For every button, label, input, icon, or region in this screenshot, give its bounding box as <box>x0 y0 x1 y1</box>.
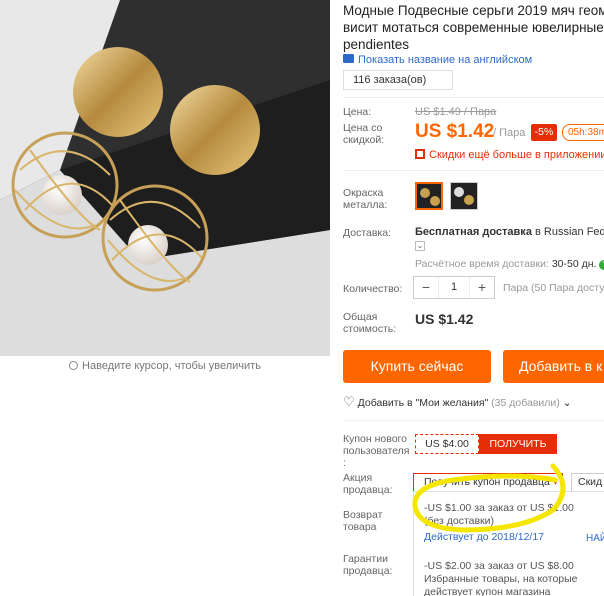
seller-promo-label: Акция продавца: <box>343 472 393 496</box>
color-label: Окраска металла: <box>343 187 388 211</box>
seller-coupon-dropdown[interactable]: Получить купон продавца ▾ <box>413 473 563 492</box>
quantity-input[interactable]: 1 <box>438 277 470 298</box>
price-label: Цена: <box>343 106 372 118</box>
add-to-cart-button[interactable]: Добавить в к <box>503 350 604 383</box>
divider <box>343 170 604 171</box>
sale-price-label: Цена со скидкой: <box>343 122 385 146</box>
current-price: US $1.42 <box>415 121 495 142</box>
delivery-label: Доставка: <box>343 227 392 239</box>
buy-now-button[interactable]: Купить сейчас <box>343 350 491 383</box>
quantity-label: Количество: <box>343 283 403 295</box>
available-quantity: Пара (50 Пара доступн <box>503 282 604 294</box>
product-info: Модные Подвесные серьги 2019 мяч геометр… <box>343 0 604 596</box>
shipping-method[interactable]: Бесплатная доставка в Russian Federa <box>415 226 604 238</box>
discount-tab[interactable]: Скид <box>571 473 604 492</box>
coupon-note: (без доставки) <box>424 515 495 527</box>
discount-badge: -5% <box>531 124 557 141</box>
price-unit: / Пара <box>493 127 526 139</box>
earrings-photo <box>0 0 330 356</box>
caret-down-icon: ▾ <box>552 476 559 488</box>
collect-coupon-link[interactable]: НАЙ <box>586 533 604 544</box>
quantity-decrease-button[interactable]: − <box>414 277 438 298</box>
product-image[interactable] <box>0 0 330 356</box>
seller-coupon-list: -US $1.00 за заказ от US $1.00 (без дост… <box>413 491 604 596</box>
old-price: US $1.49 / Пара <box>415 106 497 118</box>
total-label: Общая стоимость: <box>343 311 397 335</box>
coupon-value: US $4.00 <box>415 434 479 454</box>
divider <box>343 420 604 421</box>
product-title: Модные Подвесные серьги 2019 мяч геометр… <box>343 3 604 52</box>
coupon-expiry: Действует до 2018/12/17 <box>424 531 545 543</box>
delivery-estimate: Расчётное время доставки: 30-50 дн.? <box>415 258 604 270</box>
wishlist-link[interactable]: ♡ Добавить в "Мои желания" (35 добавили) … <box>343 394 572 410</box>
help-icon[interactable]: ? <box>599 260 604 270</box>
orders-count: 116 заказа(ов) <box>343 70 453 90</box>
guarantees-label: Гарантии продавца: <box>343 553 393 577</box>
total-price: US $1.42 <box>415 311 474 327</box>
coupon-terms: -US $1.00 за заказ от US $1.00 <box>424 502 574 514</box>
get-coupon-button[interactable]: ПОЛУЧИТЬ <box>479 434 557 454</box>
qr-code-icon <box>415 149 425 159</box>
translate-icon <box>343 54 354 63</box>
coupon-terms: -US $2.00 за заказ от US $8.00 <box>424 560 574 572</box>
coupon-note: Избранные товары, на которые <box>424 573 578 585</box>
returns-label: Возврат товара <box>343 509 383 533</box>
app-deal-link[interactable]: Скидки ещё больше в приложении ▾ <box>415 148 604 161</box>
new-user-coupon-label: Купон нового пользователя : <box>343 433 410 469</box>
divider <box>343 97 604 98</box>
countdown-timer: 05h:38m <box>562 124 604 141</box>
coupon-note: действует купон магазина <box>424 586 551 596</box>
magnifier-icon <box>69 361 79 370</box>
heart-icon: ♡ <box>343 394 355 409</box>
zoom-hint: Наведите курсор, чтобы увеличить <box>0 360 330 372</box>
color-option-gold[interactable] <box>415 182 443 210</box>
color-option-silver[interactable] <box>450 182 478 210</box>
quantity-stepper: − 1 + <box>413 276 495 299</box>
quantity-increase-button[interactable]: + <box>470 277 494 298</box>
translate-link[interactable]: Показать название на английском <box>343 54 532 66</box>
chevron-down-icon[interactable]: ⌄ <box>415 241 425 251</box>
